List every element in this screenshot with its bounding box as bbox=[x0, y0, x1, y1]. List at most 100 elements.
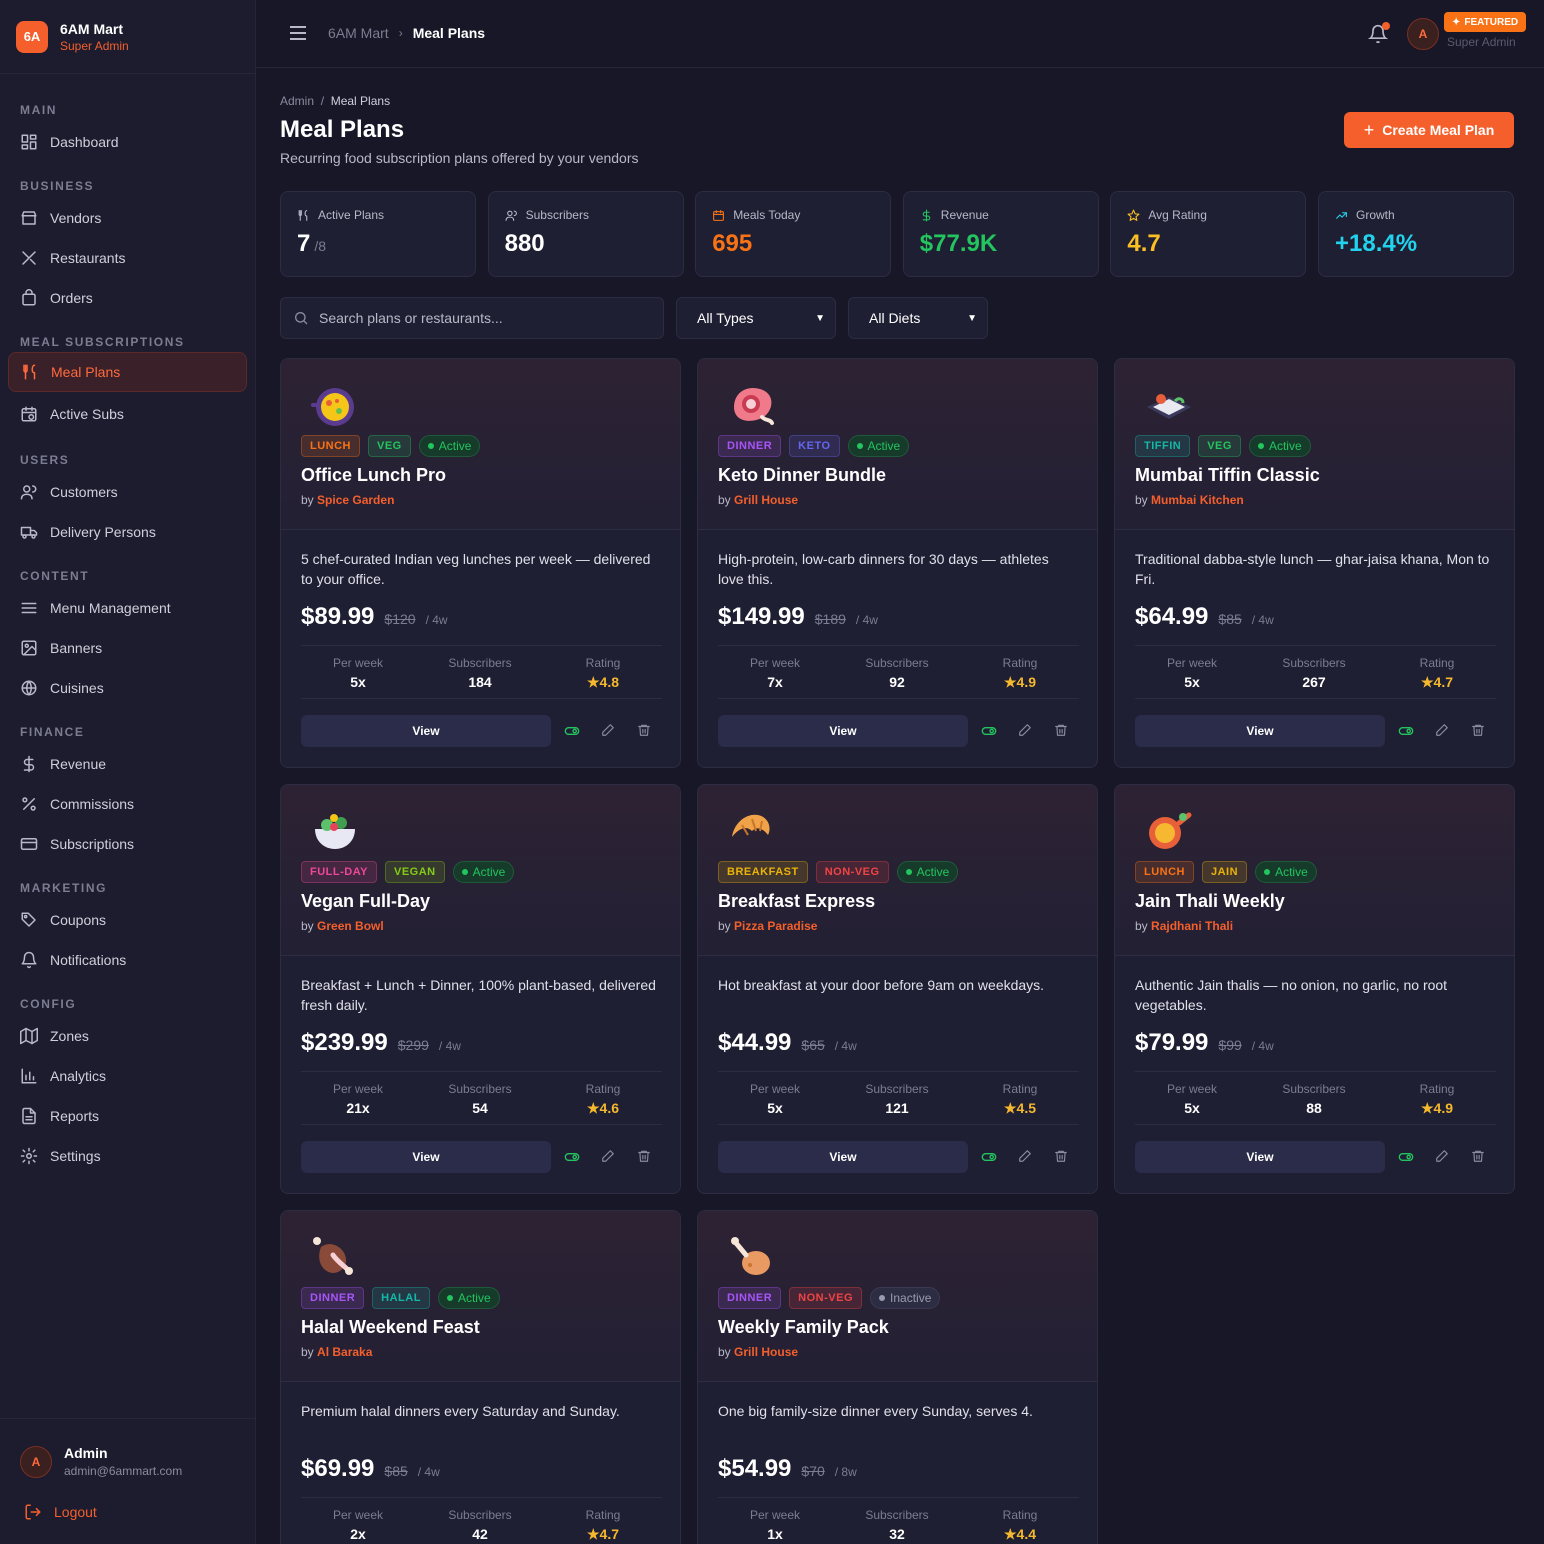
featured-badge: ✦ FEATURED bbox=[1444, 12, 1527, 32]
delete-button[interactable] bbox=[637, 1149, 653, 1165]
page-breadcrumb: Admin / Meal Plans bbox=[280, 94, 390, 108]
sidebar-item-revenue[interactable]: Revenue bbox=[8, 744, 247, 784]
view-button[interactable]: View bbox=[1135, 1141, 1385, 1173]
sidebar-item-settings[interactable]: Settings bbox=[8, 1136, 247, 1176]
view-button[interactable]: View bbox=[1135, 715, 1385, 747]
toggle-icon bbox=[1398, 1153, 1414, 1161]
page-breadcrumb-root[interactable]: Admin bbox=[280, 94, 314, 108]
vendor-link[interactable]: Mumbai Kitchen bbox=[1151, 493, 1244, 507]
stat-label: Meals Today bbox=[733, 208, 801, 222]
edit-button[interactable] bbox=[1018, 1149, 1034, 1165]
breadcrumb-root[interactable]: 6AM Mart bbox=[328, 25, 389, 41]
metric-value: 32 bbox=[889, 1526, 905, 1542]
view-button[interactable]: View bbox=[718, 715, 968, 747]
sidebar-item-restaurants[interactable]: Restaurants bbox=[8, 238, 247, 278]
delete-button[interactable] bbox=[1054, 723, 1070, 739]
sidebar-item-vendors[interactable]: Vendors bbox=[8, 198, 247, 238]
logout-button[interactable]: Logout bbox=[24, 1503, 97, 1521]
plan-metrics: Per week 5x Subscribers 267 Rating ★4.7 bbox=[1135, 645, 1496, 699]
price-original: $70 bbox=[801, 1463, 825, 1479]
card-actions: View bbox=[1135, 715, 1496, 747]
edit-button[interactable] bbox=[1435, 1149, 1451, 1165]
metric-rating: Rating ★4.8 bbox=[543, 656, 663, 691]
nav-section-label: CONFIG bbox=[20, 997, 77, 1011]
toggle-status-button[interactable] bbox=[1398, 1149, 1414, 1165]
delete-button[interactable] bbox=[1471, 723, 1487, 739]
edit-button[interactable] bbox=[1435, 723, 1451, 739]
plan-metrics: Per week 2x Subscribers 42 Rating ★4.7 bbox=[301, 1497, 662, 1544]
create-meal-plan-button[interactable]: + Create Meal Plan bbox=[1344, 112, 1514, 148]
calendar-clock-icon bbox=[20, 405, 38, 423]
toggle-status-button[interactable] bbox=[981, 723, 997, 739]
metric-per-week: Per week 5x bbox=[298, 656, 418, 690]
view-button[interactable]: View bbox=[301, 715, 551, 747]
sidebar-item-menu-management[interactable]: Menu Management bbox=[8, 588, 247, 628]
hamburger-icon[interactable] bbox=[290, 26, 306, 40]
sidebar-item-notifications[interactable]: Notifications bbox=[8, 940, 247, 980]
toggle-status-button[interactable] bbox=[564, 1149, 580, 1165]
sidebar-item-label: Dashboard bbox=[50, 134, 119, 150]
vendor-link[interactable]: Al Baraka bbox=[317, 1345, 372, 1359]
stat-label: Avg Rating bbox=[1148, 208, 1207, 222]
price-current: $239.99 bbox=[301, 1029, 388, 1056]
notifications-button[interactable] bbox=[1367, 22, 1390, 49]
breadcrumb: 6AM Mart › Meal Plans bbox=[328, 25, 485, 41]
metric-value: 54 bbox=[472, 1100, 488, 1116]
sidebar-item-banners[interactable]: Banners bbox=[8, 628, 247, 668]
sidebar-item-subscriptions[interactable]: Subscriptions bbox=[8, 824, 247, 864]
metric-label: Rating bbox=[1002, 1508, 1038, 1522]
metric-subscribers: Subscribers 121 bbox=[837, 1082, 957, 1116]
edit-button[interactable] bbox=[1018, 723, 1034, 739]
users-icon bbox=[20, 485, 37, 500]
price-original: $99 bbox=[1218, 1037, 1242, 1053]
view-button[interactable]: View bbox=[718, 1141, 968, 1173]
diet-select[interactable]: All Diets ▼ bbox=[848, 297, 988, 339]
metric-rating: Rating ★4.4 bbox=[960, 1508, 1080, 1543]
sidebar-item-label: Restaurants bbox=[50, 250, 126, 266]
vendor-link[interactable]: Spice Garden bbox=[317, 493, 394, 507]
price-current: $54.99 bbox=[718, 1455, 792, 1482]
delete-button[interactable] bbox=[1471, 1149, 1487, 1165]
plan-vendor-line: by Grill House bbox=[718, 493, 798, 507]
vendor-link[interactable]: Grill House bbox=[734, 1345, 798, 1359]
toggle-status-button[interactable] bbox=[564, 723, 580, 739]
sidebar-item-customers[interactable]: Customers bbox=[8, 472, 247, 512]
metric-rating: Rating ★4.9 bbox=[1377, 1082, 1497, 1117]
search-input[interactable]: Search plans or restaurants... bbox=[280, 297, 664, 339]
trend-up-icon bbox=[1336, 211, 1347, 219]
pencil-icon bbox=[602, 724, 614, 736]
user-avatar[interactable]: A bbox=[1407, 18, 1439, 50]
brand[interactable]: 6A 6AM Mart Super Admin bbox=[0, 0, 255, 74]
view-button[interactable]: View bbox=[301, 1141, 551, 1173]
sidebar-item-cuisines[interactable]: Cuisines bbox=[8, 668, 247, 708]
sidebar-item-delivery-persons[interactable]: Delivery Persons bbox=[8, 512, 247, 552]
toggle-status-button[interactable] bbox=[981, 1149, 997, 1165]
status-dot bbox=[879, 1295, 886, 1301]
vendor-link[interactable]: Green Bowl bbox=[317, 919, 384, 933]
card-header: LUNCH JAIN Active Jain Thali Weekly by Rajdh… bbox=[1115, 785, 1514, 956]
sidebar-item-zones[interactable]: Zones bbox=[8, 1016, 247, 1056]
sidebar-item-orders[interactable]: Orders bbox=[8, 278, 247, 318]
toggle-status-button[interactable] bbox=[1398, 723, 1414, 739]
dashboard-icon bbox=[21, 134, 37, 150]
vendor-link[interactable]: Pizza Paradise bbox=[734, 919, 817, 933]
sidebar-item-dashboard[interactable]: Dashboard bbox=[8, 122, 247, 162]
metric-per-week: Per week 21x bbox=[298, 1082, 418, 1116]
status-badge: Active bbox=[437, 1287, 500, 1309]
sidebar-item-meal-plans[interactable]: Meal Plans bbox=[8, 352, 247, 392]
vendor-link[interactable]: Grill House bbox=[734, 493, 798, 507]
admin-avatar[interactable]: A bbox=[20, 1445, 52, 1478]
type-select[interactable]: All Types ▼ bbox=[676, 297, 836, 339]
delete-button[interactable] bbox=[637, 723, 653, 739]
sidebar-item-coupons[interactable]: Coupons bbox=[8, 900, 247, 940]
plan-price: $54.99 $70 / 8w bbox=[718, 1455, 857, 1483]
sidebar-item-commissions[interactable]: Commissions bbox=[8, 784, 247, 824]
sidebar-item-analytics[interactable]: Analytics bbox=[8, 1056, 247, 1096]
sidebar-item-active-subs[interactable]: Active Subs bbox=[8, 394, 247, 434]
sidebar-item-reports[interactable]: Reports bbox=[8, 1096, 247, 1136]
edit-button[interactable] bbox=[601, 1149, 617, 1165]
edit-button[interactable] bbox=[601, 723, 617, 739]
vendor-link[interactable]: Rajdhani Thali bbox=[1151, 919, 1233, 933]
metric-value: 88 bbox=[1306, 1100, 1322, 1116]
delete-button[interactable] bbox=[1054, 1149, 1070, 1165]
